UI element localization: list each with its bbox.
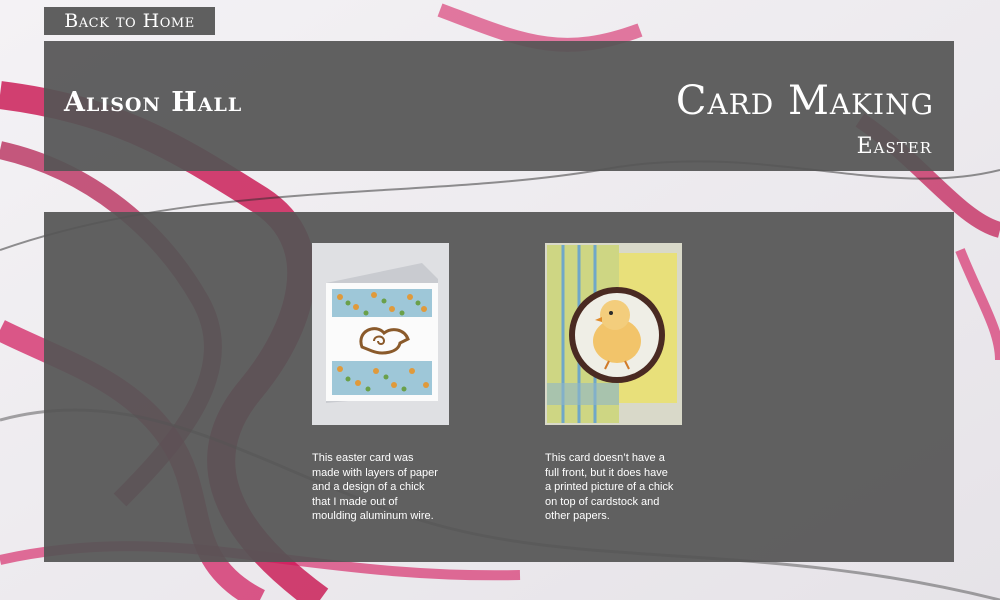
card-caption: This card doesn’t have a full front, but…	[545, 452, 674, 522]
card-caption: This easter card was made with layers of…	[312, 452, 438, 522]
card-item: This easter card was made with layers of…	[312, 243, 449, 524]
back-to-home-button[interactable]: Back to Home	[44, 7, 215, 35]
printed-chick-card-photo[interactable]	[545, 243, 682, 425]
page-title: Card Making	[675, 78, 934, 124]
page-subtitle: Easter	[856, 134, 932, 159]
card-item: This card doesn’t have a full front, but…	[545, 243, 682, 524]
author-name: Alison Hall	[64, 87, 243, 118]
gallery-panel: This easter card was made with layers of…	[44, 212, 954, 562]
header-panel: Alison Hall Card Making Easter	[44, 41, 954, 171]
chick-wire-card-photo[interactable]	[312, 243, 449, 425]
